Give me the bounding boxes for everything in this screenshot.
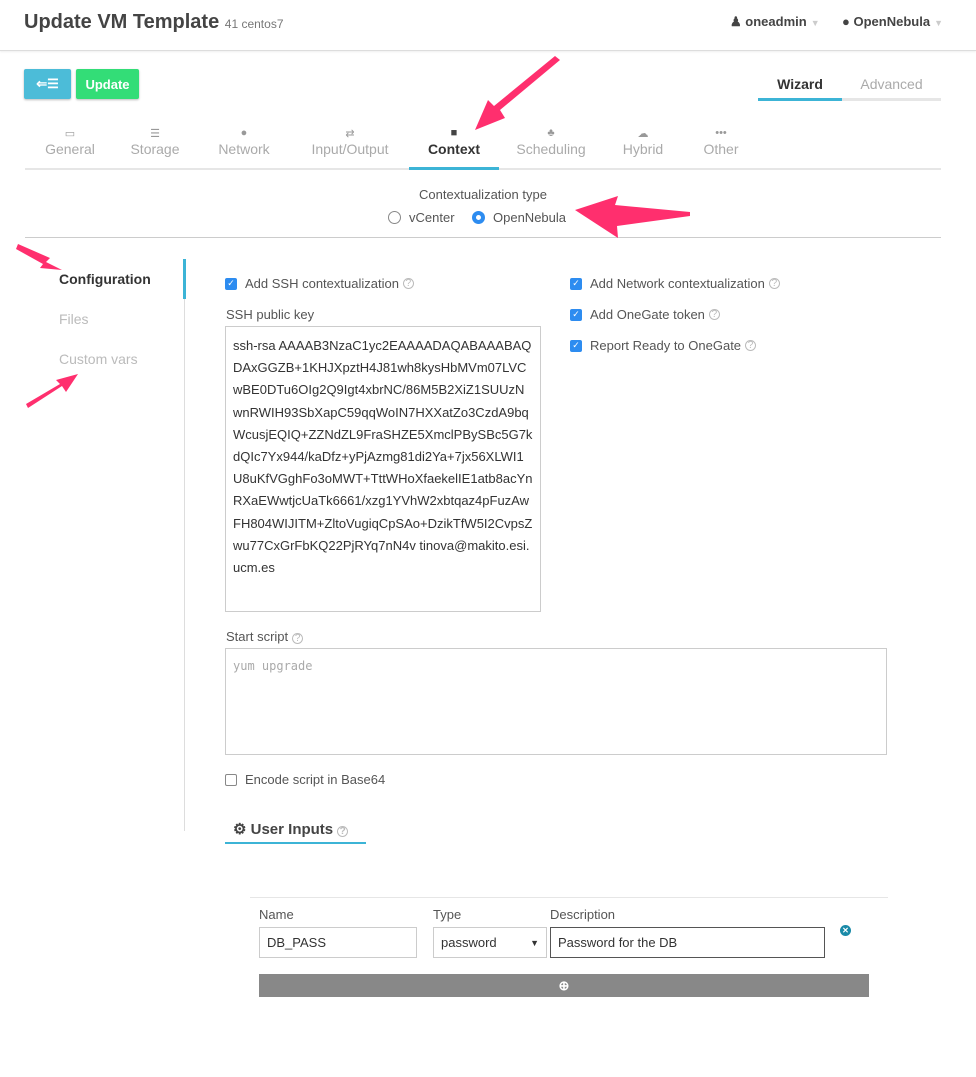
arrow-annotation	[16, 244, 62, 270]
arrow-annotation	[475, 56, 560, 130]
arrow-annotation	[26, 374, 78, 408]
annotation-arrows	[16, 56, 690, 408]
arrow-annotation	[575, 196, 690, 238]
